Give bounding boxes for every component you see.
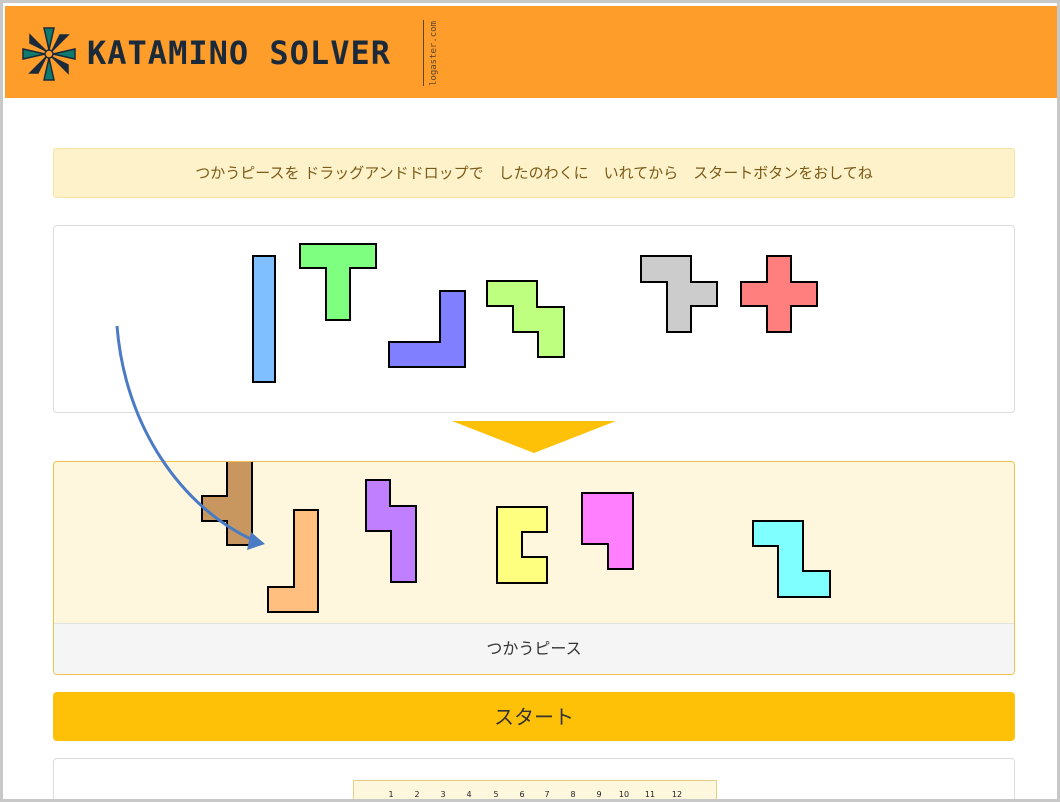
board-column-number: 4: [466, 790, 472, 799]
purple-piece[interactable]: [365, 479, 417, 583]
board-panel: 1 2 3 4 5 6 7 8 9 10 11 12: [53, 758, 1015, 799]
board-column-number: 9: [596, 790, 602, 799]
board-column-number: 2: [414, 790, 420, 799]
logo-divider: [423, 20, 424, 86]
board-column-number: 11: [644, 790, 656, 799]
app-window: KATAMINO SOLVER logaster.com つかうピースを ドラッ…: [0, 0, 1060, 802]
down-triangle-icon: [452, 421, 616, 453]
katamino-board[interactable]: 1 2 3 4 5 6 7 8 9 10 11 12: [353, 780, 717, 799]
start-button[interactable]: スタート: [53, 692, 1015, 741]
compass-star-logo-icon: [22, 27, 76, 81]
used-pieces-dropzone[interactable]: つかうピース: [53, 461, 1015, 675]
board-column-number: 3: [440, 790, 446, 799]
board-column-number: 8: [570, 790, 576, 799]
brown-piece[interactable]: [201, 461, 253, 546]
green-t-piece[interactable]: [299, 243, 377, 321]
board-column-number: 5: [493, 790, 499, 799]
piece-pool: [53, 225, 1015, 413]
lime-w-piece[interactable]: [486, 280, 565, 358]
orange-l-piece[interactable]: [267, 509, 319, 613]
navy-l-piece[interactable]: [388, 290, 466, 368]
instruction-notice: つかうピースを ドラッグアンドドロップで したのわくに いれてから スタートボタ…: [53, 148, 1015, 198]
yellow-c-piece[interactable]: [496, 506, 548, 584]
board-column-number: 6: [519, 790, 525, 799]
app-title: KATAMINO SOLVER: [87, 34, 391, 72]
logo-site-label: logaster.com: [429, 20, 439, 86]
blue-i-piece[interactable]: [252, 255, 276, 383]
header: KATAMINO SOLVER logaster.com: [5, 6, 1057, 98]
gray-piece[interactable]: [640, 255, 718, 333]
used-pieces-label: つかうピース: [54, 623, 1014, 674]
red-plus-piece[interactable]: [740, 255, 818, 333]
board-column-number: 1: [388, 790, 394, 799]
board-column-number: 10: [618, 790, 630, 799]
board-column-number: 7: [544, 790, 550, 799]
cyan-z-piece[interactable]: [752, 520, 831, 598]
magenta-piece[interactable]: [581, 492, 634, 570]
board-column-number: 12: [671, 790, 683, 799]
